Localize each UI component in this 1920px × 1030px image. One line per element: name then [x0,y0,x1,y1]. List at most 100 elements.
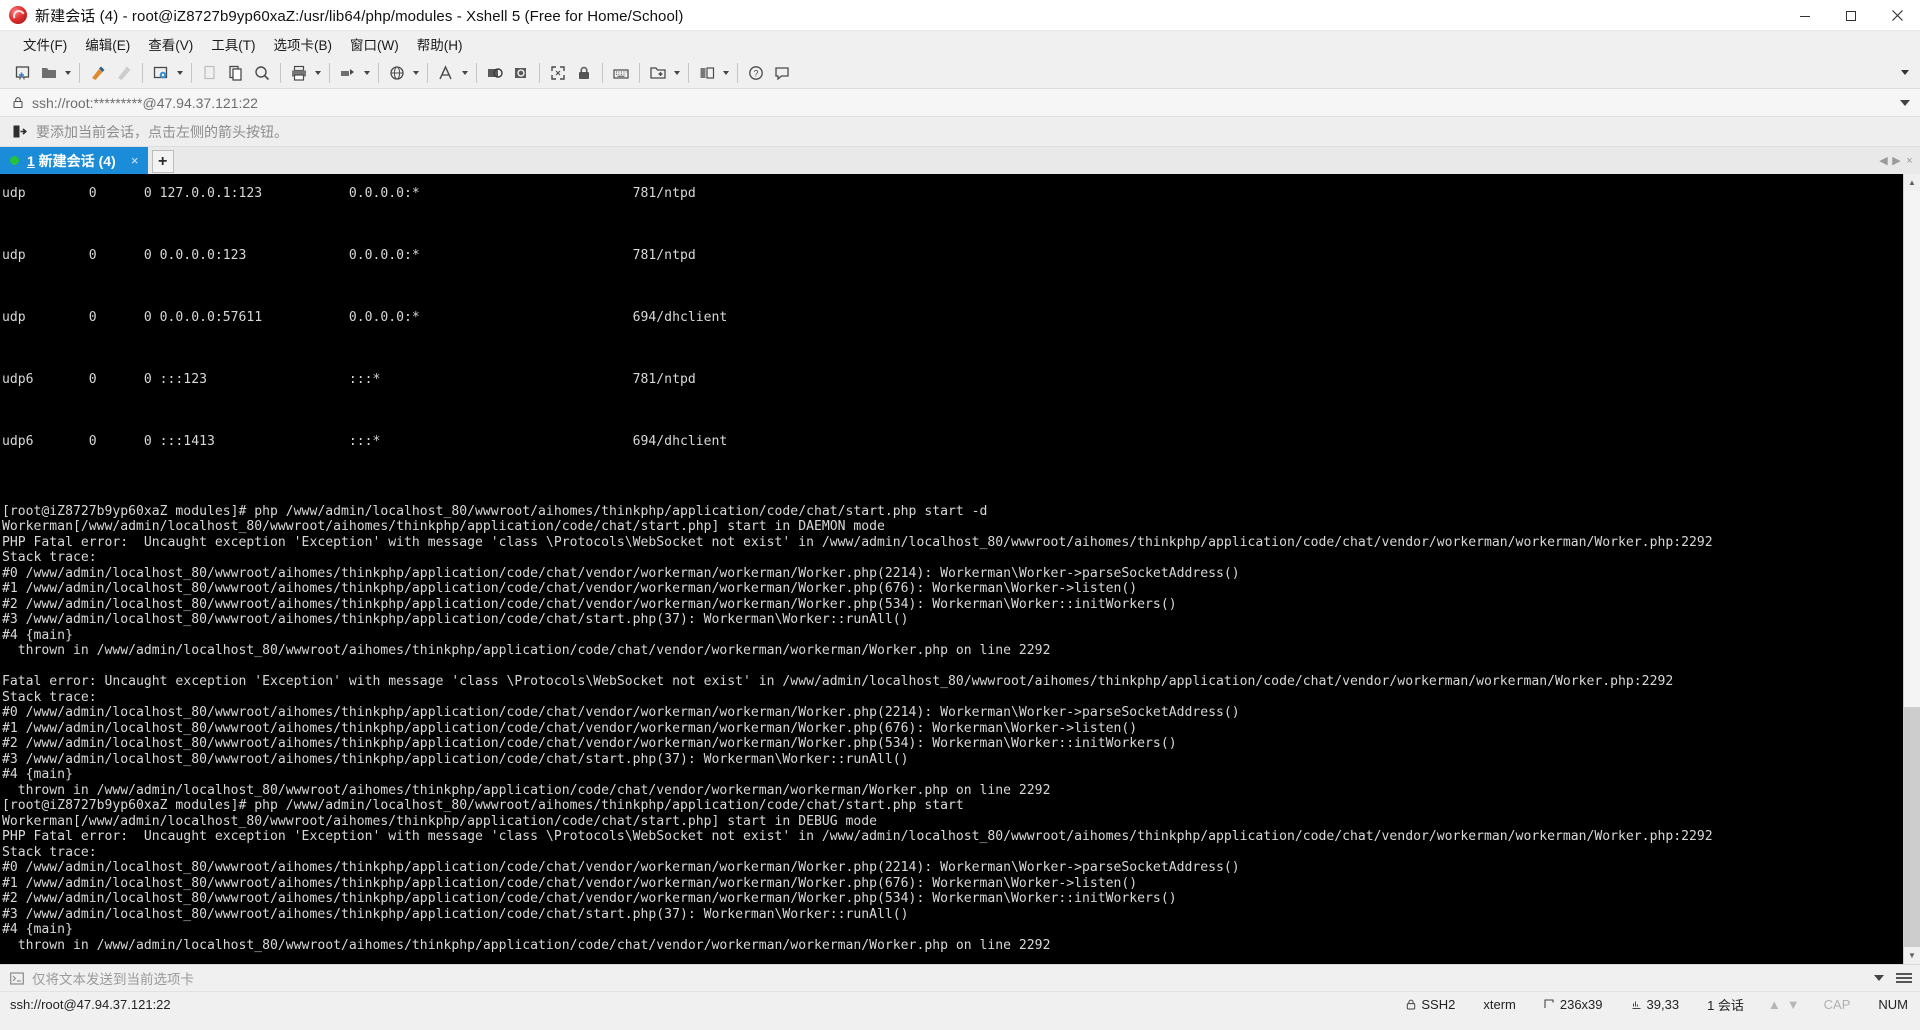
maximize-button[interactable] [1828,0,1874,31]
font-icon[interactable] [433,60,459,86]
open-folder-icon[interactable] [36,60,62,86]
address-input[interactable]: ssh://root:*********@47.94.37.121:22 [32,95,258,111]
terminal-output[interactable]: udp 0 0 127.0.0.1:123 0.0.0.0:* 781/ntpd… [0,174,1903,964]
globe-icon[interactable] [384,60,410,86]
scroll-down-button[interactable]: ▼ [1904,947,1920,964]
tab-close-icon[interactable]: × [128,153,142,168]
status-caps-lock: CAP [1823,997,1851,1012]
terminal-line: #3 /www/admin/localhost_80/wwwroot/aihom… [2,751,909,767]
terminal-line: udp 0 0 0.0.0.0:123 0.0.0.0:* 781/ntpd [2,248,696,263]
menu-help[interactable]: 帮助(H) [408,31,472,57]
print-dropdown-icon[interactable] [312,60,324,86]
scroll-up-button[interactable]: ▲ [1904,174,1920,191]
session-properties-icon[interactable] [148,60,174,86]
toolbar-separator [142,62,143,83]
tab-session-1[interactable]: 1 新建会话 (4) × [0,147,148,174]
chevron-down-icon[interactable] [1874,975,1884,981]
layout-icon[interactable] [694,60,720,86]
title-bar: 新建会话 (4) - root@iZ8727b9yp60xaZ:/usr/lib… [0,0,1920,31]
font-dropdown-icon[interactable] [459,60,471,86]
add-folder-dropdown-icon[interactable] [671,60,683,86]
terminal-line: Workerman[/www/admin/localhost_80/wwwroo… [2,519,885,534]
toolbar-separator [688,62,689,83]
lock-icon [1406,999,1416,1010]
paste-icon[interactable] [223,60,249,86]
terminal-line: thrown in /www/admin/localhost_80/wwwroo… [2,937,1051,953]
scrollbar-thumb[interactable] [1904,707,1920,947]
globe-dropdown-icon[interactable] [410,60,422,86]
terminal-line: #4 {main} [2,627,73,643]
transfer-icon[interactable] [335,60,361,86]
copy-icon[interactable] [197,60,223,86]
terminal-line: Stack trace: [2,550,97,565]
menu-bar: 文件(F) 编辑(E) 查看(V) 工具(T) 选项卡(B) 窗口(W) 帮助(… [0,31,1920,57]
menu-tab[interactable]: 选项卡(B) [265,31,342,57]
close-button[interactable] [1874,0,1920,31]
feedback-icon[interactable] [769,60,795,86]
find-icon[interactable] [249,60,275,86]
connect-icon[interactable] [85,60,111,86]
status-protocol: SSH2 [1392,997,1469,1012]
send-bar: 仅将文本发送到当前选项卡 [0,964,1920,991]
help-icon[interactable]: ? [743,60,769,86]
menu-window[interactable]: 窗口(W) [341,31,408,57]
status-cursor-label: 39,33 [1646,997,1680,1012]
add-session-hint-bar: 要添加当前会话，点击左侧的箭头按钮。 [0,117,1920,147]
menu-view[interactable]: 查看(V) [139,31,202,57]
compose-icon[interactable] [482,60,508,86]
chevron-down-icon[interactable] [1900,99,1910,106]
terminal-line: udp 0 0 127.0.0.1:123 0.0.0.0:* 781/ntpd [2,186,696,201]
transfer-dropdown-icon[interactable] [361,60,373,86]
xshell-logo-icon [9,6,27,24]
add-folder-icon[interactable] [645,60,671,86]
terminal-line: #0 /www/admin/localhost_80/wwwroot/aihom… [2,860,1240,875]
download-arrow-icon: ▼ [1786,997,1800,1012]
terminal-line: #1 /www/admin/localhost_80/wwwroot/aihom… [2,875,1138,891]
toolbar-overflow-icon[interactable] [1898,60,1912,86]
menu-tools[interactable]: 工具(T) [202,31,264,57]
new-session-icon[interactable] [10,60,36,86]
send-bar-text: 仅将文本发送到当前选项卡 [32,972,194,987]
cursor-icon [1631,999,1642,1010]
layout-dropdown-icon[interactable] [720,60,732,86]
toolbar-separator [427,62,428,83]
hamburger-icon[interactable] [1896,973,1912,983]
disconnect-icon[interactable] [111,60,137,86]
toolbar-separator [329,62,330,83]
menu-file[interactable]: 文件(F) [14,31,76,57]
tab-scroll-left-icon[interactable]: ◀ [1877,147,1890,174]
add-session-arrow-icon[interactable] [12,124,27,139]
toolbar-separator [191,62,192,83]
svg-text:?: ? [753,68,758,78]
open-folder-dropdown-icon[interactable] [62,60,74,86]
terminal-line: PHP Fatal error: Uncaught exception 'Exc… [2,534,1713,550]
send-bar-controls [1874,973,1920,983]
tab-bar: 1 新建会话 (4) × + ◀ ▶ × [0,147,1920,174]
tab-close-all-icon[interactable]: × [1903,147,1916,174]
keyboard-icon[interactable] [608,60,634,86]
resize-icon [1544,999,1555,1010]
address-bar[interactable]: ssh://root:*********@47.94.37.121:22 [0,89,1920,117]
new-tab-button[interactable]: + [151,150,174,173]
toolbar-overflow[interactable] [1898,60,1920,86]
status-size: 236x39 [1530,997,1617,1012]
terminal-line: #4 {main} [2,767,73,782]
session-properties-dropdown-icon[interactable] [174,60,186,86]
print-icon[interactable] [286,60,312,86]
terminal-line: Fatal error: Uncaught exception 'Excepti… [2,674,1674,689]
tab-bar-controls: ◀ ▶ × [1877,147,1920,174]
menu-edit[interactable]: 编辑(E) [76,31,139,57]
lock-icon[interactable] [571,60,597,86]
terminal-scrollbar[interactable]: ▲ ▼ [1903,174,1920,964]
terminal-line: #2 /www/admin/localhost_80/wwwroot/aihom… [2,596,1177,612]
fullscreen-icon[interactable] [545,60,571,86]
status-transfer-arrows: ▲ ▼ [1758,997,1810,1012]
history-icon[interactable] [508,60,534,86]
scrollbar-track[interactable] [1904,191,1920,947]
tab-scroll-right-icon[interactable]: ▶ [1890,147,1903,174]
minimize-button[interactable] [1782,0,1828,31]
toolbar-separator [737,62,738,83]
